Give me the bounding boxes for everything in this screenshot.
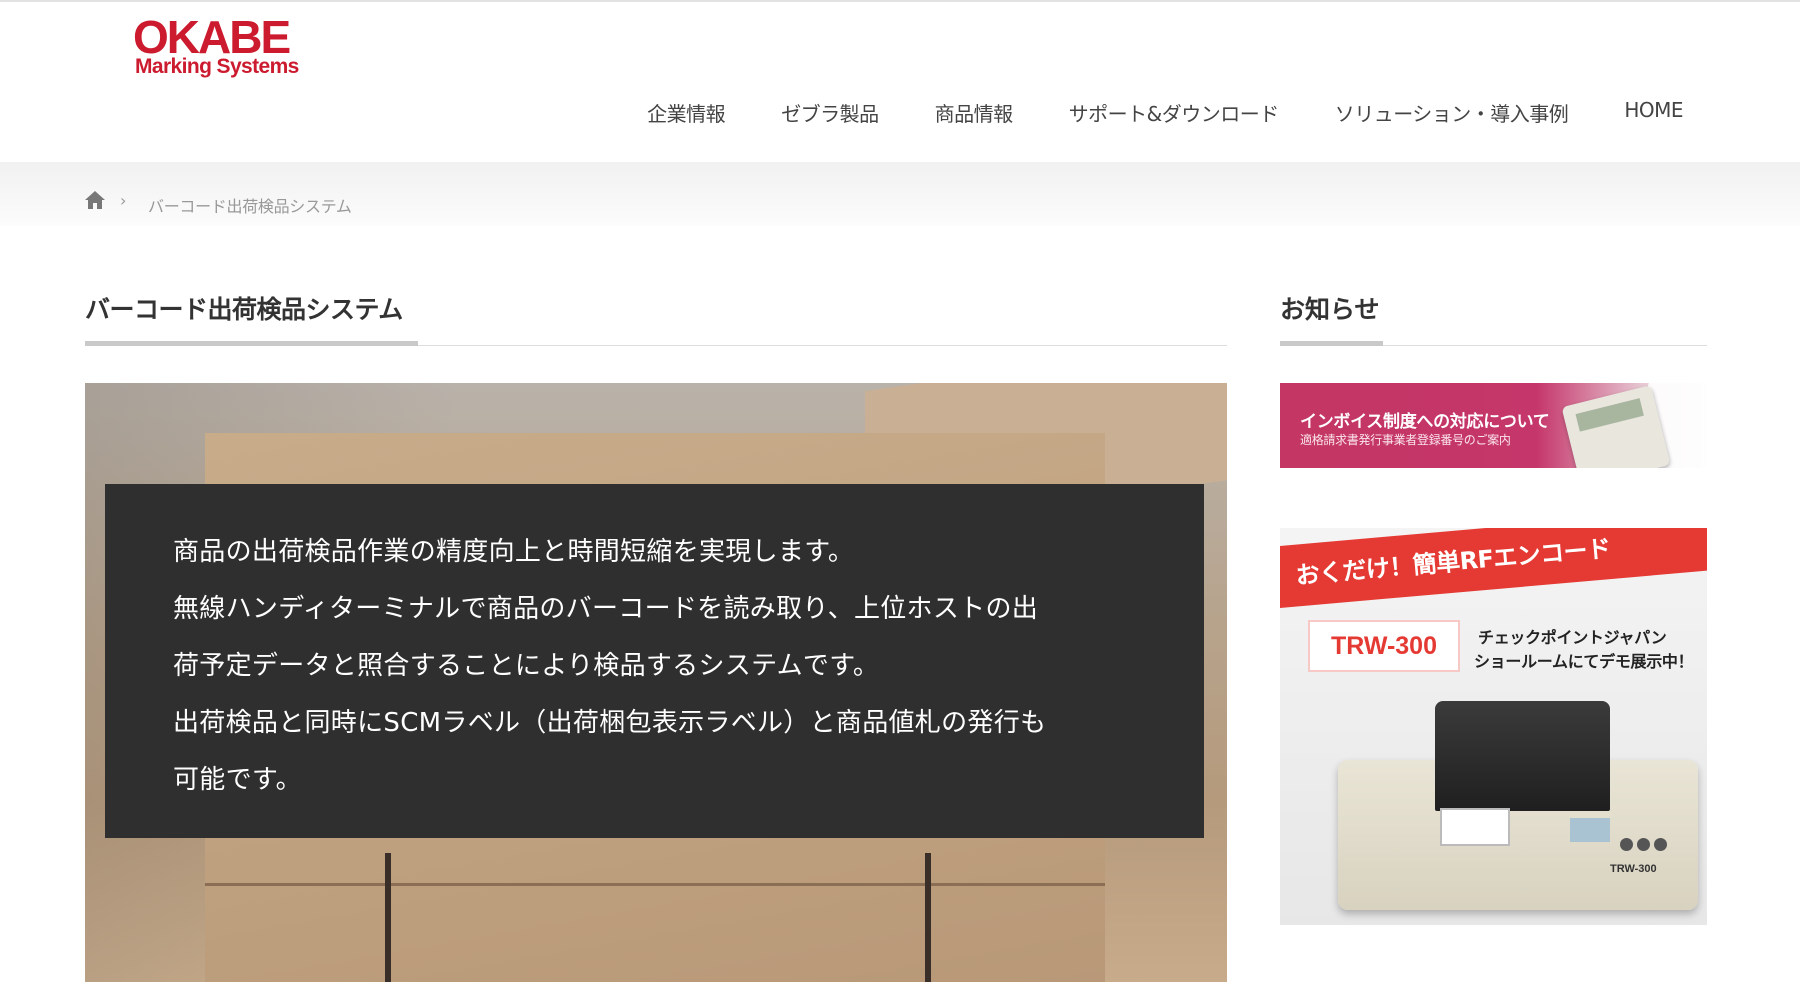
invoice-banner-subline: 適格請求書発行事業者登録番号のご案内 xyxy=(1300,433,1511,447)
nav-item-home[interactable]: HOME xyxy=(1624,98,1683,127)
description-line: 商品の出荷検品作業の精度向上と時間短縮を実現します。 xyxy=(173,537,855,567)
description-line: 出荷検品と同時にSCMラベル（出荷梱包表示ラベル）と商品値札の発行も xyxy=(173,708,1047,738)
description-panel: 商品の出荷検品作業の精度向上と時間短縮を実現します。 無線ハンディターミナルで商… xyxy=(105,484,1204,838)
description-line: 荷予定データと照合することにより検品するシステムです。 xyxy=(173,651,880,681)
site-header: OKABE Marking Systems 企業情報 ゼブラ製品 商品情報 サポ… xyxy=(0,0,1800,162)
nav-item-zebra[interactable]: ゼブラ製品 xyxy=(781,98,879,127)
encoder-display xyxy=(1570,818,1610,842)
encoder-machine-cover xyxy=(1435,701,1610,811)
nav-item-company[interactable]: 企業情報 xyxy=(647,98,726,127)
invoice-banner-headline: インボイス制度への対応について xyxy=(1300,412,1550,432)
encoder-button xyxy=(1620,838,1633,851)
rf-encode-banner[interactable]: おくだけ！簡単RFエンコード TRW-300 チェックポイントジャパン ショール… xyxy=(1280,528,1707,925)
promo-line-1: チェックポイントジャパン xyxy=(1478,628,1667,647)
description-line: 無線ハンディターミナルで商品のバーコードを読み取り、上位ホストの出 xyxy=(173,594,1039,624)
model-name: TRW-300 xyxy=(1330,632,1437,660)
hero-box-tape-right xyxy=(925,853,931,982)
main-nav: 企業情報 ゼブラ製品 商品情報 サポート&ダウンロード ソリューション・導入事例… xyxy=(591,98,1683,127)
hero-box-seam xyxy=(205,883,1105,886)
nav-item-support[interactable]: サポート&ダウンロード xyxy=(1069,98,1280,127)
okabe-logo[interactable]: OKABE Marking Systems xyxy=(133,14,313,82)
encoder-device-label: TRW-300 xyxy=(1610,863,1657,875)
logo-wordmark: OKABE xyxy=(133,11,291,63)
promo-line-2: ショールームにてデモ展示中！ xyxy=(1474,652,1694,671)
nav-item-products[interactable]: 商品情報 xyxy=(935,98,1014,127)
breadcrumb-current: バーコード出荷検品システム xyxy=(148,197,352,216)
encoder-card-slot xyxy=(1440,808,1510,846)
hero-box-tape-left xyxy=(385,853,391,982)
encoder-button xyxy=(1637,838,1650,851)
sidebar-underline-accent xyxy=(1280,341,1383,346)
encoder-button xyxy=(1654,838,1667,851)
page-title: バーコード出荷検品システム xyxy=(85,295,403,324)
title-underline-accent xyxy=(85,341,418,346)
invoice-banner[interactable]: インボイス制度への対応について 適格請求書発行事業者登録番号のご案内 xyxy=(1280,383,1707,468)
home-icon[interactable] xyxy=(84,190,106,210)
logo-subtitle: Marking Systems xyxy=(135,55,299,78)
description-line: 可能です。 xyxy=(173,765,302,795)
model-badge: TRW-300 xyxy=(1308,620,1460,672)
breadcrumb: › バーコード出荷検品システム xyxy=(0,162,1800,226)
breadcrumb-separator: › xyxy=(120,191,127,210)
sidebar-title: お知らせ xyxy=(1280,295,1380,324)
nav-item-solutions[interactable]: ソリューション・導入事例 xyxy=(1335,98,1569,127)
